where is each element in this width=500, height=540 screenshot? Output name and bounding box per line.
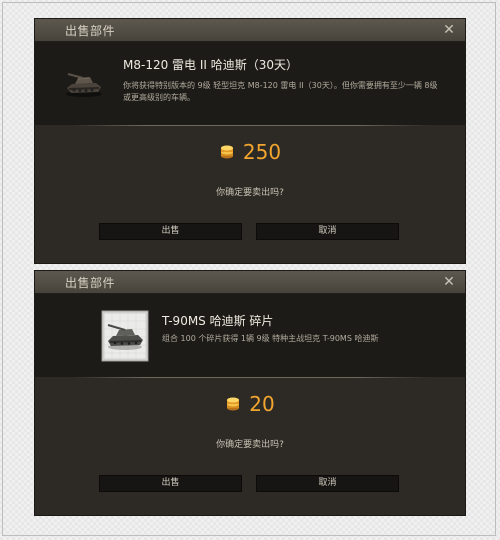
item-info-panel: M8-120 雷电 II 哈迪斯（30天） 你将获得特别版本的 9级 轻型坦克 … <box>35 42 465 125</box>
confirm-question: 你确定要卖出吗? <box>216 440 284 450</box>
item-description: 组合 100 个碎片获得 1辆 9级 特种主战坦克 T-90MS 哈迪斯 <box>162 334 379 343</box>
price-value: 20 <box>249 392 275 416</box>
price-row: 250 <box>35 140 465 168</box>
item-name: M8-120 雷电 II 哈迪斯（30天） <box>123 58 299 72</box>
sell-button[interactable]: 出售 <box>99 475 242 492</box>
close-icon[interactable]: ✕ <box>441 21 457 39</box>
confirm-question: 你确定要卖出吗? <box>216 188 284 198</box>
price-row: 20 <box>35 392 465 420</box>
dialog-titlebar: 出售部件 ✕ <box>35 19 465 42</box>
price-value: 250 <box>242 140 282 164</box>
item-description: 你将获得特别版本的 9级 轻型坦克 M8-120 雷电 II（30天）。但你需要… <box>123 81 438 102</box>
sell-part-dialog: 出售部件 ✕ T-90MS 哈迪斯 碎片 组合 100 个碎片获得 1辆 9级 … <box>35 271 465 515</box>
close-icon[interactable]: ✕ <box>441 273 457 291</box>
tank-fragment-card-icon <box>101 310 149 362</box>
cancel-button[interactable]: 取消 <box>256 475 399 492</box>
dialog-title: 出售部件 <box>65 24 116 38</box>
sell-button[interactable]: 出售 <box>99 223 242 240</box>
tank-icon <box>66 73 102 97</box>
divider <box>73 377 428 378</box>
gold-coin-icon <box>220 145 233 159</box>
gold-coin-icon <box>227 397 240 411</box>
dialog-titlebar: 出售部件 ✕ <box>35 271 465 294</box>
item-name: T-90MS 哈迪斯 碎片 <box>162 314 274 328</box>
sell-part-dialog: 出售部件 ✕ M8-120 雷电 II 哈迪斯（30天） 你将获得特别版本的 9… <box>35 19 465 263</box>
cancel-button[interactable]: 取消 <box>256 223 399 240</box>
item-info-panel: T-90MS 哈迪斯 碎片 组合 100 个碎片获得 1辆 9级 特种主战坦克 … <box>35 294 465 377</box>
divider <box>73 125 428 126</box>
dialog-title: 出售部件 <box>65 276 116 290</box>
